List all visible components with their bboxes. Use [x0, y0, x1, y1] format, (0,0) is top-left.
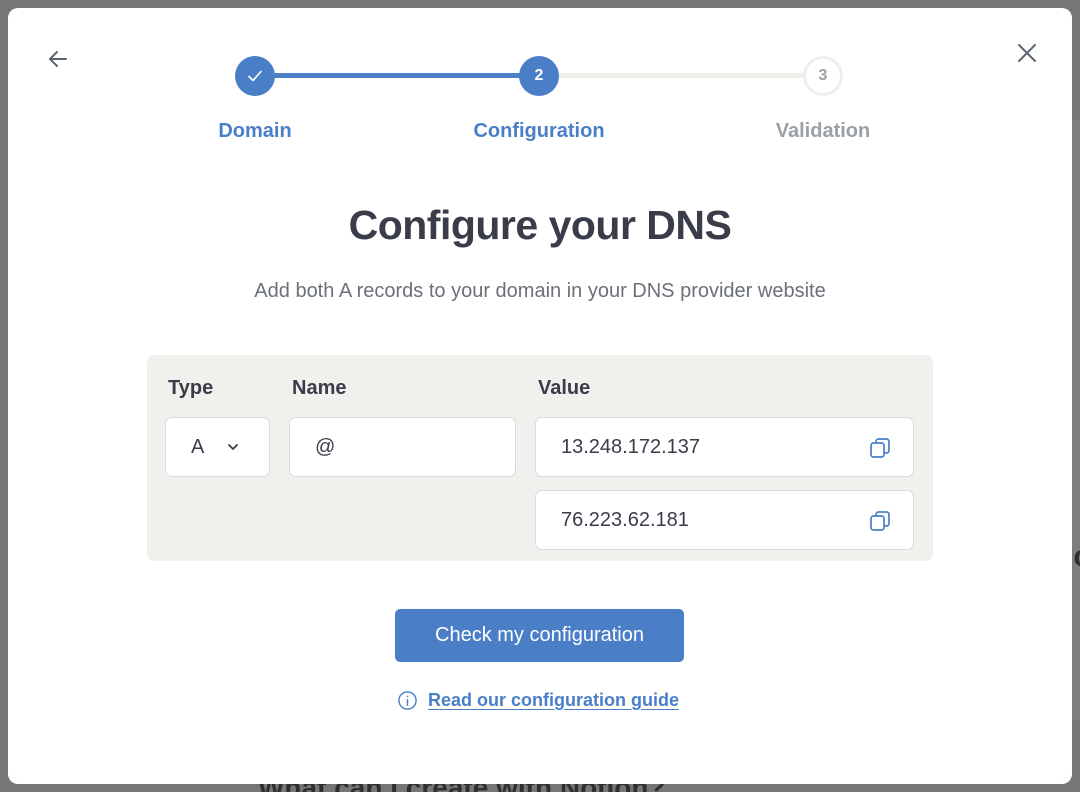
guide-link-text[interactable]: Read our configuration guide: [428, 690, 679, 711]
value-column-header: Value: [538, 377, 591, 399]
dns-setup-modal: 2 3 Domain Configuration Validation Conf…: [8, 8, 1072, 784]
chevron-down-icon: [228, 444, 238, 450]
step-3-circle: 3: [803, 56, 843, 96]
copy-icon: [870, 438, 890, 458]
record-value-text: 76.223.62.181: [561, 508, 689, 531]
record-value-field-1[interactable]: 13.248.172.137: [535, 417, 914, 477]
record-type-select[interactable]: A: [165, 417, 270, 477]
background-divider: [1072, 120, 1080, 720]
step-label-validation: Validation: [775, 120, 871, 142]
step-label-configuration: Configuration: [473, 120, 605, 142]
record-type-value: A: [191, 435, 205, 458]
record-name-field[interactable]: @: [289, 417, 516, 477]
copy-icon: [870, 511, 890, 531]
background-glyph: c: [1073, 540, 1080, 574]
info-icon: [398, 690, 417, 710]
progress-stepper: 2 3 Domain Configuration Validation: [8, 8, 1072, 168]
record-value-field-2[interactable]: 76.223.62.181: [535, 490, 914, 550]
checkmark-icon: [248, 70, 262, 82]
stepper-line-upcoming: [539, 73, 823, 78]
configuration-guide-link[interactable]: Read our configuration guide: [397, 688, 679, 712]
copy-value-2-button[interactable]: [867, 508, 893, 534]
check-configuration-button[interactable]: Check my configuration: [395, 609, 684, 662]
step-1-circle: [235, 56, 275, 96]
dns-records-panel: Type Name Value A @ 13.248.172.137 76.22…: [147, 355, 933, 561]
name-column-header: Name: [292, 377, 347, 399]
step-label-domain: Domain: [218, 120, 292, 142]
copy-value-1-button[interactable]: [867, 435, 893, 461]
stepper-line-completed: [255, 73, 539, 78]
step-2-circle: 2: [519, 56, 559, 96]
page-title: Configure your DNS: [348, 202, 732, 248]
record-value-text: 13.248.172.137: [561, 435, 701, 458]
type-column-header: Type: [168, 377, 214, 399]
page-subtitle: Add both A records to your domain in you…: [254, 280, 826, 302]
